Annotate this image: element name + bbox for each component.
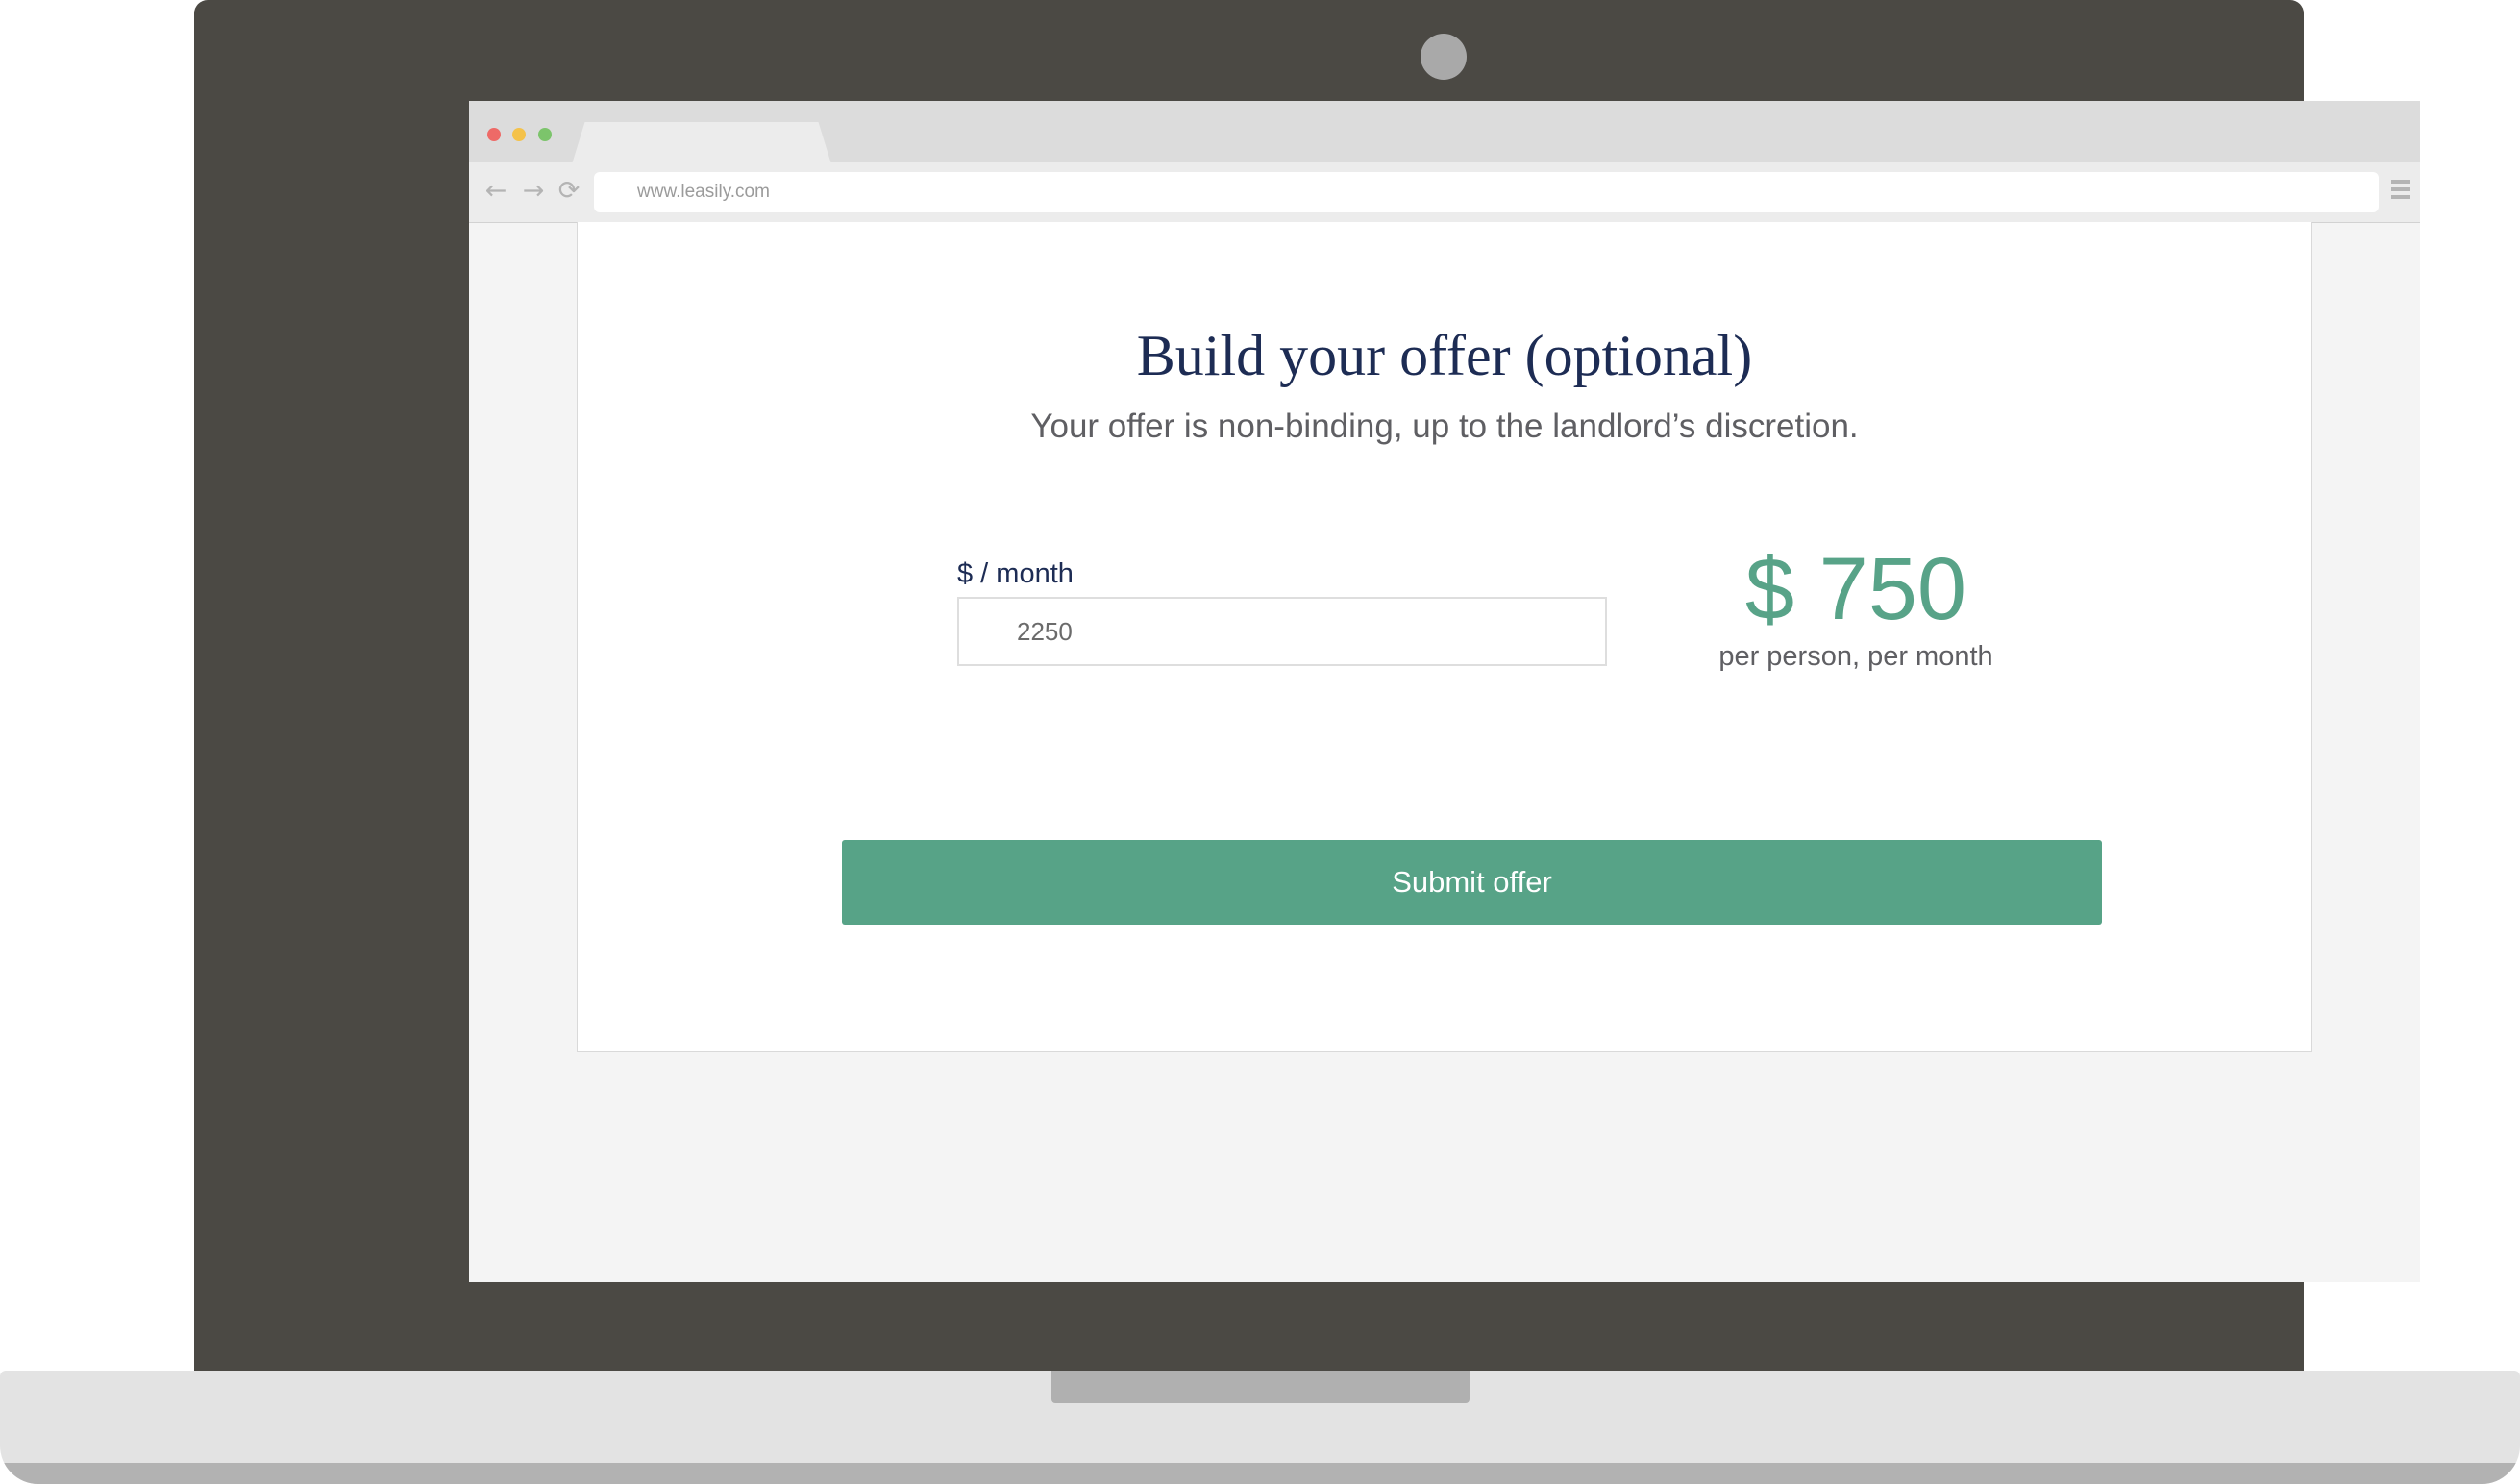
browser-window: ← → ⟳ www.leasily.com Build your offer (…: [469, 101, 2420, 1282]
per-person-caption: per person, per month: [1718, 641, 1993, 672]
submit-offer-button[interactable]: Submit offer: [842, 840, 2102, 925]
laptop-screen-bezel: ← → ⟳ www.leasily.com Build your offer (…: [194, 0, 2420, 1373]
page-title: Build your offer (optional): [1136, 324, 1753, 387]
browser-tab[interactable]: [572, 122, 831, 164]
laptop-hinge-notch: [1051, 1371, 1470, 1403]
back-arrow-icon[interactable]: ←: [481, 174, 511, 209]
address-bar[interactable]: www.leasily.com: [594, 172, 2379, 212]
per-person-summary: $ 750 per person, per month: [1702, 539, 2010, 674]
per-person-amount: $ 750: [1744, 540, 1967, 638]
maximize-window-icon[interactable]: [538, 128, 552, 141]
close-window-icon[interactable]: [487, 128, 501, 141]
forward-arrow-icon[interactable]: →: [518, 174, 549, 209]
camera-icon: [1421, 34, 1467, 80]
reload-icon[interactable]: ⟳: [554, 174, 584, 209]
hamburger-menu-icon[interactable]: [2391, 180, 2410, 205]
offer-card: Build your offer (optional) Your offer i…: [577, 222, 2312, 1052]
laptop-base: [0, 1371, 2520, 1484]
url-text: www.leasily.com: [637, 182, 770, 202]
minimize-window-icon[interactable]: [512, 128, 526, 141]
browser-tab-bar: [469, 101, 2420, 164]
monthly-price-label: $ / month: [957, 558, 1074, 589]
page-subtitle: Your offer is non-binding, up to the lan…: [1030, 408, 1859, 445]
laptop-base-edge: [0, 1463, 2520, 1484]
monthly-price-input[interactable]: [957, 597, 1607, 666]
